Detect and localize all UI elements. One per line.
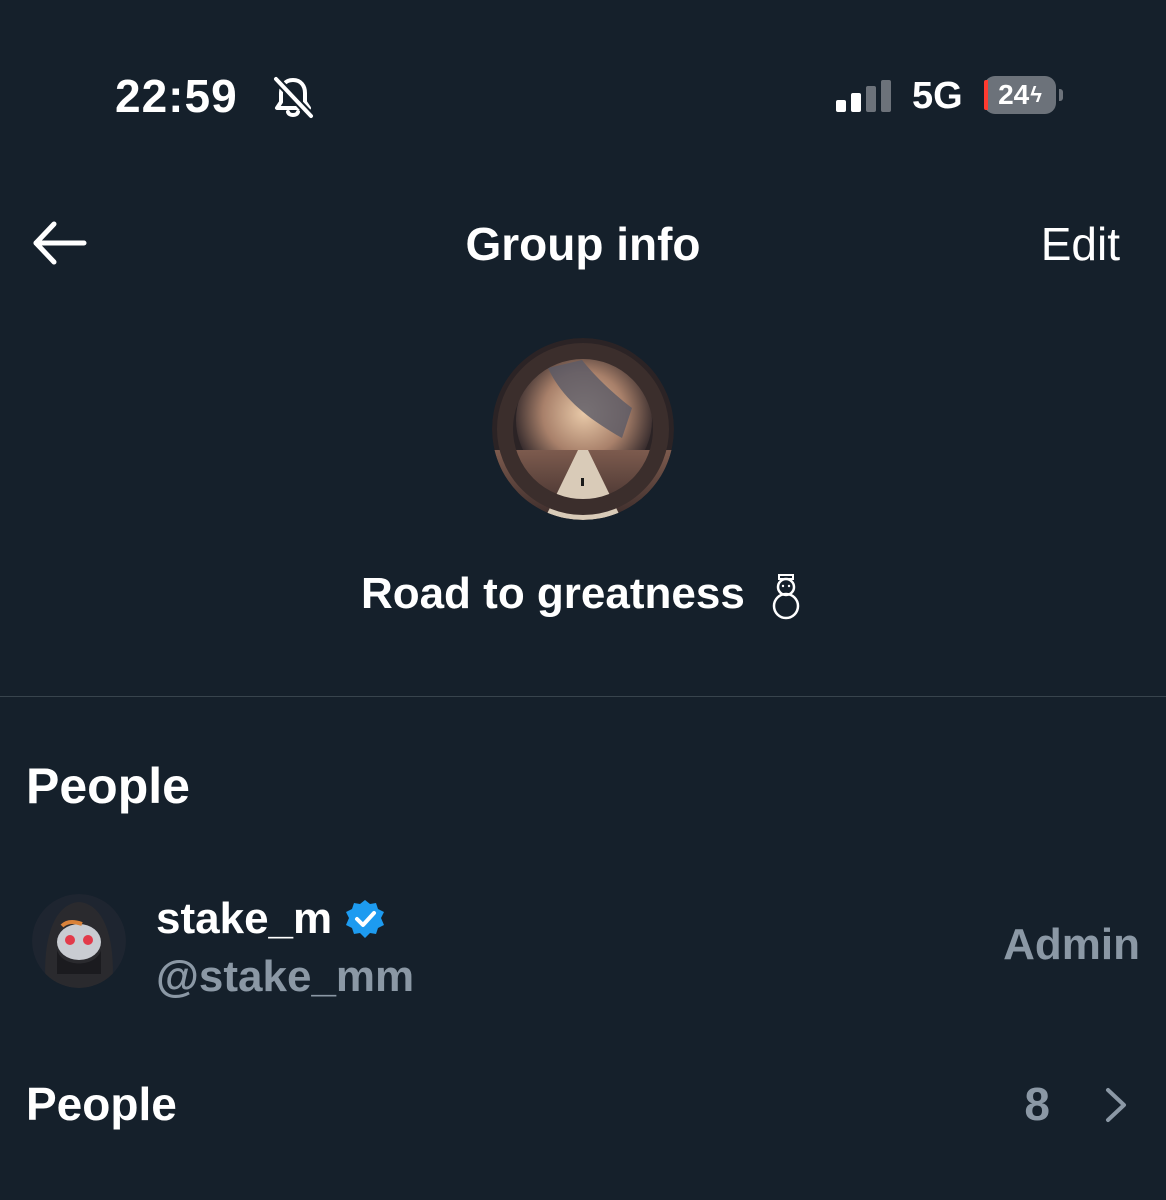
section-title-people: People: [26, 758, 190, 814]
section-divider: [0, 696, 1166, 697]
charging-icon: ϟ: [1030, 82, 1042, 107]
member-role-badge: Admin: [1003, 920, 1140, 969]
member-avatar[interactable]: [32, 894, 126, 988]
chevron-right-icon[interactable]: [1100, 1084, 1130, 1126]
battery-level: 24: [998, 79, 1030, 110]
battery-nub: [1059, 89, 1063, 101]
snowman-icon: [772, 574, 800, 620]
group-name-text: Road to greatness: [360, 569, 745, 618]
member-display-name: stake_m: [156, 892, 386, 946]
network-type: 5G: [912, 75, 963, 117]
group-name: Road to greatness: [0, 566, 1166, 622]
status-time: 22:59: [115, 70, 238, 122]
people-count: 8: [1024, 1078, 1050, 1130]
battery-indicator: 24 ϟ: [984, 76, 1056, 114]
member-name-text: stake_m: [156, 894, 333, 943]
battery-low-marker: [984, 80, 988, 110]
member-handle: @stake_mm: [156, 952, 415, 1001]
people-row-label: People: [26, 1078, 177, 1130]
bell-slash-icon: [272, 75, 315, 120]
verified-badge-icon: [346, 900, 385, 938]
group-avatar[interactable]: [492, 338, 674, 520]
page-title: Group info: [465, 218, 701, 270]
signal-bars-icon: [836, 80, 891, 112]
edit-button[interactable]: Edit: [1000, 214, 1120, 274]
